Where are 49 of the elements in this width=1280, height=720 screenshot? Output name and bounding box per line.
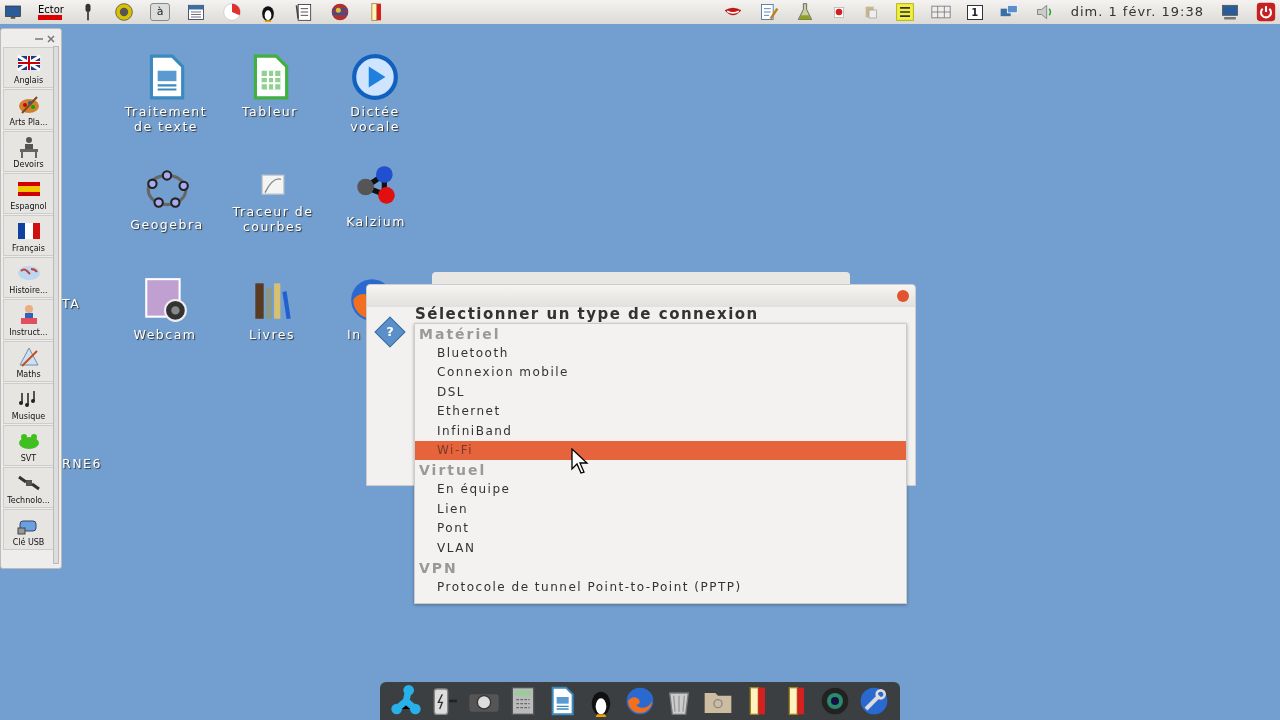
- clock: dim. 1 févr. 19:38: [1070, 3, 1204, 22]
- group-header: Virtuel: [418, 461, 488, 481]
- launcher-button[interactable]: Anglais: [3, 47, 54, 88]
- launcher-button[interactable]: Technolo...: [3, 467, 54, 508]
- power-icon[interactable]: [1256, 2, 1276, 22]
- cursor-icon: [571, 448, 589, 474]
- launcher-button[interactable]: SVT: [3, 425, 54, 466]
- launcher-button[interactable]: Histoire...: [3, 257, 54, 298]
- menu-item[interactable]: InfiniBand: [415, 421, 906, 441]
- computer-icon[interactable]: [1220, 2, 1240, 22]
- group-header: Matériel: [418, 325, 502, 344]
- workspace-button[interactable]: 1: [966, 4, 983, 20]
- menu-item[interactable]: Protocole de tunnel Point-to-Point (PPTP): [415, 577, 906, 598]
- speaker-icon[interactable]: [114, 2, 134, 22]
- key-button[interactable]: à: [150, 3, 170, 21]
- launcher-button[interactable]: Français: [3, 215, 54, 256]
- menu-item[interactable]: VLAN: [415, 538, 906, 558]
- question-icon: ?: [374, 316, 406, 348]
- launcher-button[interactable]: Devoirs: [3, 131, 54, 172]
- display-icon[interactable]: [4, 3, 22, 21]
- network-icon[interactable]: [389, 685, 422, 717]
- timer-icon[interactable]: [222, 2, 242, 22]
- list-icon[interactable]: [894, 2, 915, 22]
- minimize-icon[interactable]: [35, 35, 43, 43]
- close-button[interactable]: [897, 290, 909, 302]
- scrollbar[interactable]: [53, 46, 59, 564]
- ruler-icon: [16, 345, 41, 369]
- launcher-button[interactable]: Maths: [3, 341, 54, 382]
- menu-item[interactable]: Pont: [415, 519, 906, 539]
- app-label[interactable]: Ector: [38, 4, 62, 20]
- group-header: VPN: [418, 558, 459, 578]
- launcher-button[interactable]: Instruct...: [3, 299, 54, 340]
- globe-icon[interactable]: [330, 2, 350, 22]
- launcher-button[interactable]: Clé USB: [3, 509, 54, 550]
- launcher-button[interactable]: Arts Pla...: [3, 89, 54, 130]
- notepad-icon[interactable]: [294, 2, 314, 22]
- calendar-icon[interactable]: [186, 2, 206, 22]
- dialog-title: Sélectionner un type de connexion: [415, 305, 759, 323]
- menu-item[interactable]: En équipe: [415, 480, 906, 500]
- launcher-button[interactable]: Espagnol: [3, 173, 54, 214]
- notes-icon[interactable]: [758, 2, 779, 22]
- menu-item[interactable]: Lien: [415, 499, 906, 520]
- launcher-button[interactable]: Musique: [3, 383, 54, 424]
- menu-item[interactable]: Ethernet: [415, 402, 906, 422]
- play-icon[interactable]: [350, 52, 400, 102]
- menu-item[interactable]: DSL: [415, 382, 906, 403]
- close-icon[interactable]: [47, 35, 55, 43]
- menu-item[interactable]: Connexion mobile: [415, 363, 906, 383]
- menu-item[interactable]: Bluetooth: [415, 344, 906, 364]
